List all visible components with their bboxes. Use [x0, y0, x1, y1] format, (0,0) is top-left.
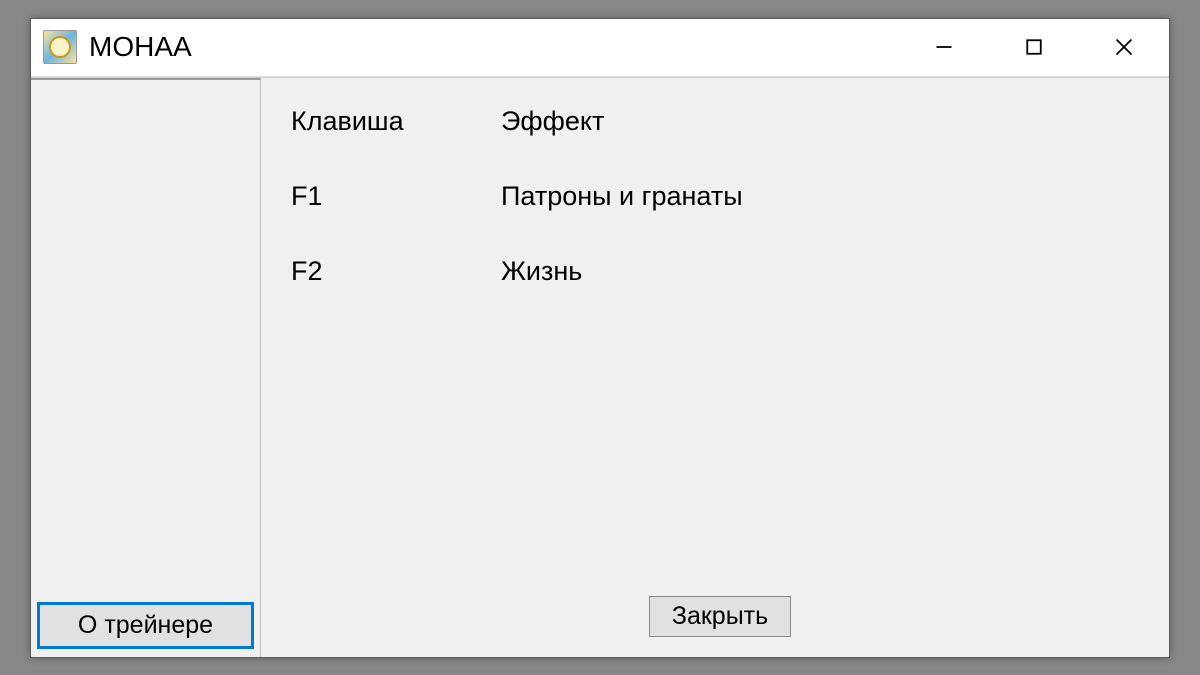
header-effect: Эффект [501, 106, 1149, 137]
cell-key: F2 [291, 256, 501, 287]
titlebar[interactable]: MOHAA [31, 19, 1169, 77]
close-icon [1115, 38, 1133, 56]
content-area: О трейнере Клавиша Эффект F1 Патроны и г… [31, 77, 1169, 657]
minimize-button[interactable] [899, 19, 989, 76]
main-panel: Клавиша Эффект F1 Патроны и гранаты F2 Ж… [261, 78, 1169, 657]
maximize-icon [1025, 38, 1043, 56]
table-row: F1 Патроны и гранаты [291, 181, 1149, 212]
button-bar: Закрыть [291, 596, 1149, 645]
table-row: F2 Жизнь [291, 256, 1149, 287]
cell-effect: Жизнь [501, 256, 1149, 287]
cell-effect: Патроны и гранаты [501, 181, 1149, 212]
sidebar: О трейнере [31, 78, 261, 657]
window-title: MOHAA [89, 31, 899, 63]
cell-key: F1 [291, 181, 501, 212]
close-window-button[interactable] [1079, 19, 1169, 76]
window-controls [899, 19, 1169, 76]
header-key: Клавиша [291, 106, 501, 137]
hotkey-table: Клавиша Эффект F1 Патроны и гранаты F2 Ж… [291, 106, 1149, 596]
app-window: MOHAA О трейнере Клавиша Эффект [30, 18, 1170, 658]
about-button[interactable]: О трейнере [37, 602, 254, 649]
table-header-row: Клавиша Эффект [291, 106, 1149, 137]
close-button[interactable]: Закрыть [649, 596, 791, 637]
maximize-button[interactable] [989, 19, 1079, 76]
minimize-icon [935, 38, 953, 56]
app-icon [43, 30, 77, 64]
